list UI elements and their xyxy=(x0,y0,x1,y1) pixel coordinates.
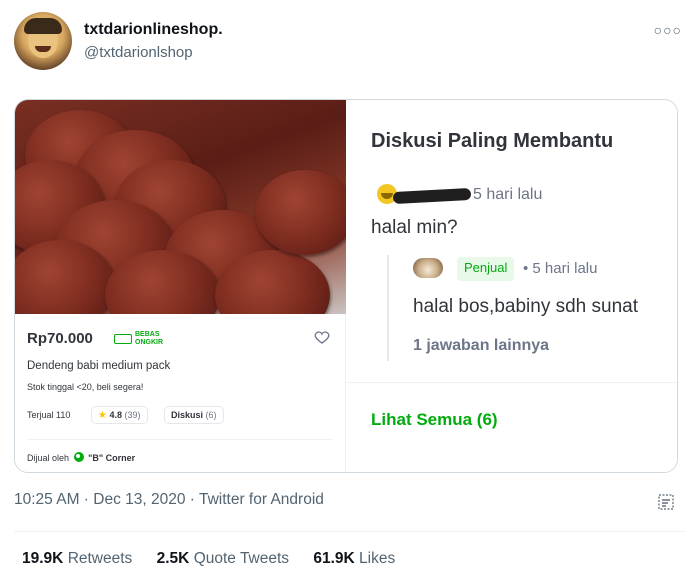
product-price: Rp70.000 xyxy=(27,330,93,347)
user-avatar[interactable] xyxy=(14,12,72,70)
seller-label-badge: Penjual xyxy=(457,257,515,281)
question-time: 5 hari lalu xyxy=(473,186,543,203)
retweets-stat[interactable]: 19.9K Retweets xyxy=(22,550,132,567)
more-replies-link: 1 jawaban lainnya xyxy=(413,337,550,354)
seller-name: "B" Corner xyxy=(88,453,136,463)
tweet-timestamp[interactable]: 10:25 AM · Dec 13, 2020 · Twitter for An… xyxy=(14,491,324,509)
answer-text: halal bos,babiny sdh sunat xyxy=(413,296,638,317)
product-name: Dendeng babi medium pack xyxy=(27,360,171,372)
product-photo xyxy=(15,100,346,314)
sold-count: Terjual 110 xyxy=(27,410,71,420)
question-header: 5 hari lalu xyxy=(371,184,671,208)
divider xyxy=(14,531,686,532)
divider xyxy=(347,382,677,383)
quote-tweets-stat[interactable]: 2.5K Quote Tweets xyxy=(157,550,289,567)
question-text: halal min? xyxy=(371,217,458,238)
discussion-title: Diskusi Paling Membantu xyxy=(371,130,614,152)
redacted-username xyxy=(392,187,472,205)
stock-note: Stok tinggal <20, beli segera! xyxy=(27,382,144,392)
rating-badge: ★ 4.8 (39) xyxy=(91,406,148,424)
seller-row: Dijual oleh "B" Corner xyxy=(27,452,136,463)
tweet-media-image[interactable]: Rp70.000 BEBAS ONGKIR Dendeng babi medium… xyxy=(14,99,678,473)
analytics-icon[interactable] xyxy=(657,493,675,511)
discussion-badge: Diskusi (6) xyxy=(164,406,224,424)
seller-badge-icon xyxy=(73,452,84,462)
seller-avatar xyxy=(413,258,443,278)
heart-icon[interactable] xyxy=(313,328,331,346)
star-icon: ★ xyxy=(98,410,107,421)
tweet-header: txtdarionlineshop. @txtdarionlshop ○○○ xyxy=(14,12,686,72)
product-card: Rp70.000 BEBAS ONGKIR Dendeng babi medium… xyxy=(15,100,346,472)
reply-thread-line xyxy=(387,255,389,361)
tweet-stats: 19.9K Retweets 2.5K Quote Tweets 61.9K L… xyxy=(22,550,395,568)
user-handle[interactable]: @txtdarionlshop xyxy=(84,44,193,61)
divider xyxy=(27,439,333,440)
product-meta: Terjual 110 ★ 4.8 (39) Diskusi (6) xyxy=(27,406,327,426)
reply-time: • 5 hari lalu xyxy=(523,260,598,277)
discussion-panel: Diskusi Paling Membantu 5 hari lalu hala… xyxy=(347,100,677,472)
likes-stat[interactable]: 61.9K Likes xyxy=(313,550,395,567)
ellipsis-icon[interactable]: ○○○ xyxy=(654,22,682,38)
truck-icon xyxy=(114,334,132,344)
free-shipping-badge: BEBAS ONGKIR xyxy=(114,330,166,348)
see-all-link: Lihat Semua (6) xyxy=(371,410,498,429)
display-name[interactable]: txtdarionlineshop. xyxy=(84,21,223,39)
